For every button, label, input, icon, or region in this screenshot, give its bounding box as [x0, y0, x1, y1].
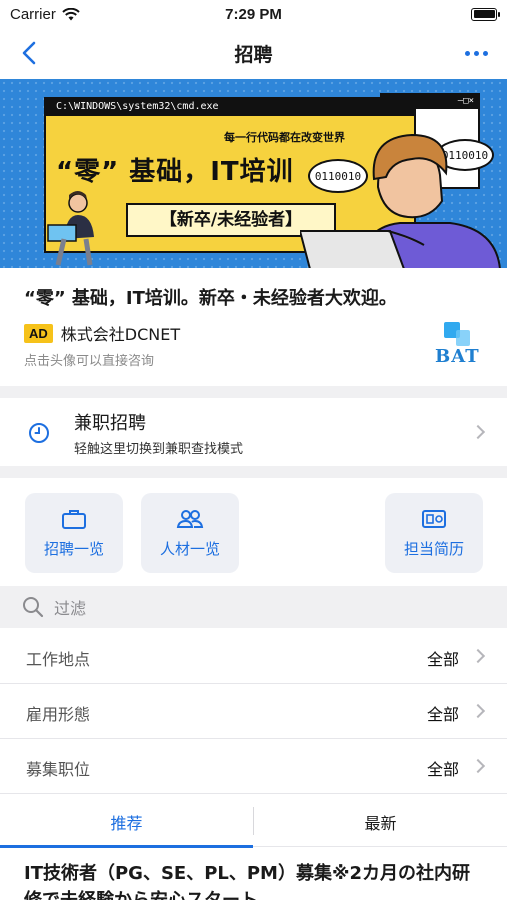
page-title: 招聘 — [234, 43, 273, 66]
more-dots-icon — [464, 50, 470, 56]
clock-icon — [29, 423, 49, 443]
filter-label: 工作地点 — [26, 650, 91, 669]
wifi-icon — [62, 7, 80, 20]
chevron-right-icon — [470, 703, 486, 719]
chevron-right-icon — [470, 648, 486, 664]
part-time-mode-row[interactable]: 兼职招聘 轻触这里切换到兼职查找模式 — [0, 398, 507, 466]
banner-window-title: C:\WINDOWS\system32\cmd.exe — [46, 99, 414, 116]
student-illustration — [47, 191, 94, 266]
talent-list-button[interactable]: 人材一览 — [141, 493, 239, 573]
talent-list-label: 人材一览 — [159, 539, 220, 558]
job-listing-title[interactable]: IT技術者（PG、SE、PL、PM）募集※2カ月の社内研修で未経験から安心スター… — [24, 860, 484, 900]
section-divider — [0, 386, 507, 398]
chevron-left-icon — [22, 41, 36, 65]
briefcase-icon — [62, 509, 86, 529]
tab-latest-label: 最新 — [364, 814, 397, 833]
programmer-illustration — [300, 133, 501, 268]
part-time-subtitle: 轻触这里切换到兼职查找模式 — [74, 442, 244, 457]
filter-label: 雇用形態 — [26, 705, 91, 724]
filter-label: 募集职位 — [26, 760, 91, 779]
filter-placeholder: 过滤 — [54, 599, 87, 618]
assigned-resume-button[interactable]: 担当简历 — [385, 493, 483, 573]
more-button[interactable] — [459, 38, 493, 68]
search-icon — [23, 597, 44, 618]
battery-icon — [471, 7, 500, 21]
id-card-icon — [422, 509, 446, 528]
ad-badge: AD — [24, 323, 53, 343]
consult-hint: 点击头像可以直接咨询 — [24, 354, 155, 369]
chevron-right-icon — [470, 424, 486, 440]
status-left: Carrier — [10, 6, 80, 23]
listing-tabs: 推荐 最新 — [0, 797, 507, 848]
company-logo-text: BAT — [435, 346, 480, 367]
status-bar: Carrier 7:29 PM — [0, 0, 507, 28]
filter-value: 全部 — [426, 705, 459, 724]
company-avatar[interactable]: BAT — [432, 322, 482, 372]
assigned-resume-label: 担当简历 — [403, 539, 464, 558]
filter-row-employment-type[interactable]: 雇用形態 全部 — [0, 684, 507, 739]
tab-recommended-label: 推荐 — [110, 814, 143, 833]
filter-value: 全部 — [426, 760, 459, 779]
filter-search-bar[interactable]: 过滤 — [0, 586, 507, 628]
job-list-label: 招聘一览 — [43, 539, 104, 558]
company-row: AD 株式会社DCNET — [24, 321, 180, 345]
chevron-right-icon — [470, 758, 486, 774]
banner-headline: “零” 基础，IT培训 — [56, 157, 294, 187]
tab-latest[interactable]: 最新 — [254, 797, 507, 847]
job-banner-image[interactable]: –□× C:\WINDOWS\system32\cmd.exe 每一行代码都在改… — [0, 79, 507, 268]
job-list-button[interactable]: 招聘一览 — [25, 493, 123, 573]
section-divider — [0, 466, 507, 478]
people-icon — [176, 509, 204, 528]
company-name[interactable]: 株式会社DCNET — [61, 321, 180, 345]
part-time-title: 兼职招聘 — [74, 413, 146, 434]
filter-row-position[interactable]: 募集职位 全部 — [0, 739, 507, 794]
filter-value: 全部 — [426, 650, 459, 669]
job-title: “零” 基础，IT培训。新卒・未经验者大欢迎。 — [24, 288, 397, 309]
carrier-label: Carrier — [10, 5, 56, 23]
filter-row-location[interactable]: 工作地点 全部 — [0, 629, 507, 684]
tab-recommended[interactable]: 推荐 — [0, 797, 253, 848]
back-button[interactable] — [14, 38, 44, 68]
active-tab-indicator — [0, 845, 253, 848]
navigation-bar: 招聘 — [0, 28, 507, 78]
